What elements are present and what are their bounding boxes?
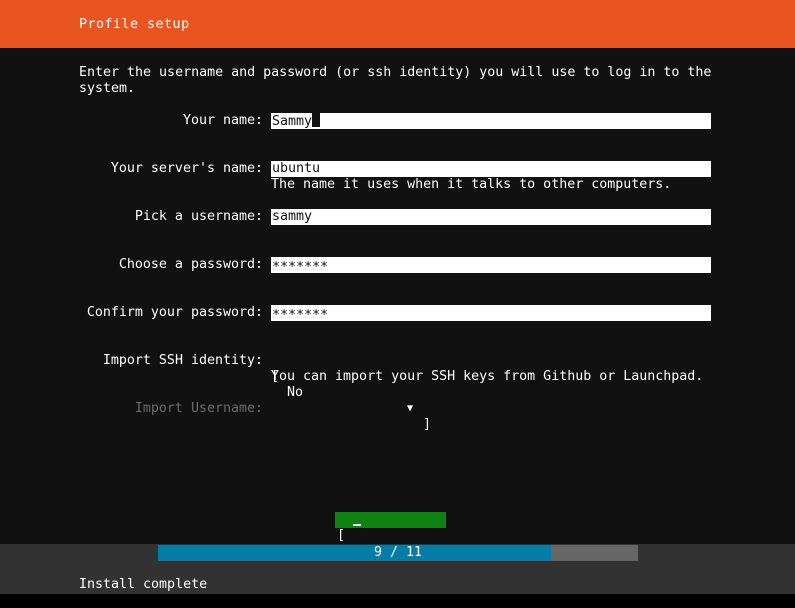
select-ssh-identity-value: No: [287, 385, 304, 400]
label-import-username: Import Username:: [134, 401, 263, 416]
text-cursor: [312, 113, 321, 127]
form-row-your-name: Your name: Sammy: [0, 113, 795, 129]
input-server-name[interactable]: ubuntu: [271, 161, 711, 177]
hint-server-name: The name it uses when it talks to other …: [271, 177, 672, 192]
form-row-import-username: Import Username:: [0, 401, 795, 417]
input-your-name-value: Sammy: [272, 114, 313, 129]
input-username[interactable]: sammy: [271, 209, 711, 225]
installer-screen: Profile setup Enter the username and pas…: [0, 0, 795, 598]
header-bar: Profile setup: [0, 0, 795, 48]
form-row-server-name: Your server's name: ubuntu: [0, 161, 795, 177]
input-your-name[interactable]: Sammy: [271, 113, 711, 129]
label-confirm-password: Confirm your password:: [86, 305, 263, 320]
input-confirm-password-value: ∗∗∗∗∗∗∗: [272, 305, 329, 320]
label-server-name: Your server's name:: [110, 161, 263, 176]
progress-bar-label: 9 / 11: [373, 545, 423, 560]
progress-bar: 9 / 11: [158, 545, 638, 561]
intro-text: Enter the username and password (or ssh …: [79, 65, 720, 96]
label-your-name: Your name:: [182, 113, 263, 128]
label-username: Pick a username:: [134, 209, 263, 224]
main-content: Enter the username and password (or ssh …: [0, 48, 795, 591]
hint-ssh-identity: You can import your SSH keys from Github…: [271, 369, 704, 384]
done-bracket-open: [: [337, 528, 346, 543]
label-ssh-identity: Import SSH identity:: [102, 353, 263, 368]
label-password: Choose a password:: [118, 257, 263, 272]
form-row-ssh-identity: Import SSH identity: [ No ▼ ]: [0, 353, 795, 432]
input-server-name-value: ubuntu: [272, 161, 321, 176]
form-row-password: Choose a password: ∗∗∗∗∗∗∗: [0, 257, 795, 273]
status-text: Install complete: [79, 577, 208, 592]
focus-underline: [353, 524, 361, 526]
done-button[interactable]: [ Done ]: [335, 512, 446, 591]
bracket-close: ]: [423, 417, 432, 432]
input-password[interactable]: ∗∗∗∗∗∗∗: [271, 257, 711, 273]
input-username-value: sammy: [272, 209, 313, 224]
bottom-edge: [0, 594, 795, 598]
input-confirm-password[interactable]: ∗∗∗∗∗∗∗: [271, 305, 711, 321]
form-row-confirm-password: Confirm your password: ∗∗∗∗∗∗∗: [0, 305, 795, 321]
form-row-username: Pick a username: sammy: [0, 209, 795, 225]
page-title: Profile setup: [79, 17, 190, 32]
input-password-value: ∗∗∗∗∗∗∗: [272, 257, 329, 272]
